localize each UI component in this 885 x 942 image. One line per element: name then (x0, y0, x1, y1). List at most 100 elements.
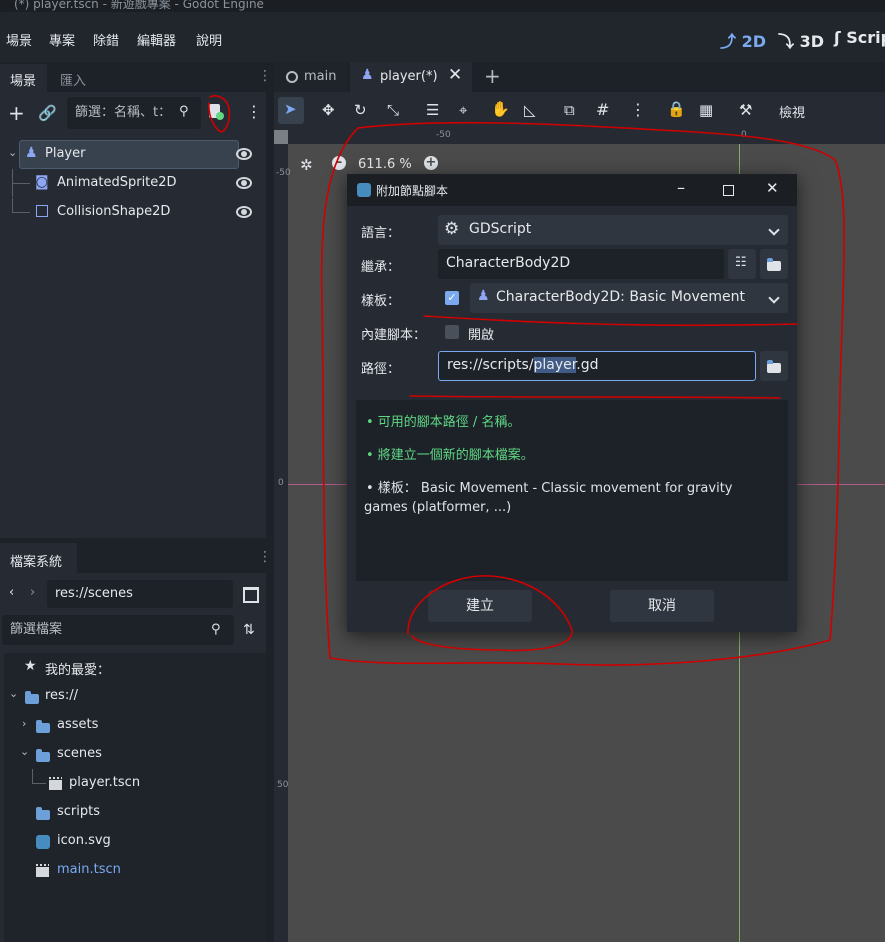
path-input[interactable]: res://scripts/player.gd (438, 351, 756, 381)
smart-snap-icon[interactable]: ⧉ (564, 101, 575, 119)
tab-scene[interactable]: 場景 (0, 64, 47, 92)
visibility-eye-icon[interactable] (236, 177, 252, 189)
bone-icon[interactable]: ⚒ (739, 101, 752, 119)
dock-menu-icon[interactable]: ⋮ (258, 549, 272, 565)
add-tab-icon[interactable]: + (484, 64, 501, 88)
view-menu[interactable]: 檢視 (779, 102, 805, 121)
filesystem-body: ‹ › res://scenes 篩選檔案 ⚲ ⇅ ★ 我的最愛： ⌄ res:… (0, 573, 266, 942)
canvas-toolbar: ➤ ✥ ↻ ⤡ ☰ ⌖ ✋ ◺ ⧉ # ⋮ 🔒 ▦ ⚒ 檢視 (274, 92, 885, 130)
file-main-tscn[interactable]: main.tscn (4, 856, 262, 885)
tab-player[interactable]: ♟ player(*) ✕ (350, 62, 472, 92)
inherits-browse-button[interactable] (760, 249, 788, 279)
visibility-eye-icon[interactable] (236, 206, 252, 218)
menu-scene[interactable]: 場景 (6, 30, 32, 49)
collapse-arrow-icon[interactable]: ⌄ (9, 687, 18, 700)
dock-menu-icon[interactable]: ⋮ (258, 68, 272, 84)
menu-debug[interactable]: 除錯 (93, 30, 119, 49)
scene-more-icon[interactable]: ⋮ (246, 102, 262, 121)
menu-help[interactable]: 說明 (196, 30, 222, 49)
add-node-icon[interactable]: + (8, 101, 25, 125)
center-view-icon[interactable]: ✲ (300, 156, 313, 174)
folder-icon (25, 691, 39, 704)
gear-icon: ⚙ (444, 219, 460, 239)
collision-shape-icon (36, 205, 48, 217)
filesystem-dock: 檔案系統 ⋮ ‹ › res://scenes 篩選檔案 ⚲ ⇅ ★ 我的最愛：… (0, 543, 272, 942)
group-icon[interactable]: ▦ (699, 101, 713, 119)
menu-editor[interactable]: 編輯器 (137, 30, 176, 49)
grid-snap-icon[interactable]: # (596, 100, 609, 119)
tree-icon: ☷ (735, 255, 747, 270)
collapse-arrow-icon[interactable]: ⌄ (8, 146, 17, 159)
tree-node-player[interactable]: ⌄ ♟ Player (4, 140, 262, 169)
character-body-icon: ♟ (477, 288, 490, 304)
script-icon: ʃ (834, 28, 841, 47)
filesystem-path-input[interactable]: res://scenes (47, 580, 233, 608)
dialog-title: 附加節點腳本 (376, 184, 449, 198)
path-browse-button[interactable] (760, 351, 788, 381)
create-button[interactable]: 建立 (428, 590, 532, 622)
menu-bar: 場景 專案 除錯 編輯器 說明 ⤴ 2D ⤵ 3D ʃ Script (0, 12, 885, 62)
dialog-title-bar: 附加節點腳本 – ✕ (347, 174, 797, 206)
rotate-mode-icon[interactable]: ↻ (354, 101, 367, 119)
zoom-level[interactable]: 611.6 % (358, 157, 412, 172)
menu-project[interactable]: 專案 (49, 30, 75, 49)
cancel-button[interactable]: 取消 (610, 590, 714, 622)
folder-res[interactable]: ⌄ res:// (4, 682, 262, 711)
collapse-arrow-icon[interactable]: ⌄ (20, 745, 29, 758)
tab-main[interactable]: main (274, 62, 347, 92)
link-icon[interactable]: 🔗 (38, 104, 57, 122)
file-icon-svg[interactable]: icon.svg (4, 827, 262, 856)
pivot-icon[interactable]: ⌖ (459, 101, 467, 119)
godot-logo-icon (357, 183, 371, 197)
language-select[interactable]: ⚙ GDScript (438, 215, 788, 245)
attach-script-icon[interactable] (209, 104, 224, 120)
zoom-in-icon[interactable]: + (424, 156, 438, 170)
file-player-tscn[interactable]: player.tscn (4, 769, 262, 798)
scale-mode-icon[interactable]: ⤡ (387, 101, 399, 119)
template-checkbox[interactable]: ✓ (445, 291, 459, 305)
ruler-corner (274, 130, 288, 144)
zoom-out-icon[interactable]: – (332, 156, 346, 170)
maximize-icon[interactable] (723, 185, 734, 196)
minimize-icon[interactable]: – (677, 178, 685, 197)
template-select[interactable]: ♟ CharacterBody2D: Basic Movement (470, 283, 788, 313)
close-tab-icon[interactable]: ✕ (448, 65, 462, 85)
folder-scripts[interactable]: scripts (4, 798, 262, 827)
visibility-eye-icon[interactable] (236, 148, 252, 160)
mode-2d-button[interactable]: ⤴ 2D (720, 28, 766, 52)
template-description: • 樣板： Basic Movement - Classic movement … (366, 481, 733, 496)
folder-assets[interactable]: › assets (4, 711, 262, 740)
godot-logo-icon (36, 835, 50, 849)
chevron-down-icon (768, 292, 780, 304)
tree-node-collisionshape2d[interactable]: CollisionShape2D (4, 198, 262, 226)
tab-import[interactable]: 匯入 (60, 70, 86, 89)
expand-arrow-icon[interactable]: › (22, 717, 26, 730)
pan-hand-icon[interactable]: ✋ (491, 100, 510, 118)
favorites-row[interactable]: ★ 我的最愛： (4, 653, 262, 682)
animated-sprite-icon: ◙ (35, 174, 49, 190)
window-title: (*) player.tscn - 新遊戲專案 - Godot Engine (14, 0, 264, 11)
list-select-icon[interactable]: ☰ (426, 101, 439, 119)
split-view-icon[interactable] (243, 587, 259, 603)
node-circle-icon (286, 71, 298, 83)
back-arrow-icon[interactable]: ‹ (9, 585, 14, 600)
select-mode-icon[interactable]: ➤ (284, 100, 297, 118)
sort-icon[interactable]: ⇅ (243, 622, 255, 638)
filesystem-filter-input[interactable]: 篩選檔案 (2, 615, 234, 645)
mode-3d-button[interactable]: ⤵ 3D (778, 28, 824, 52)
tab-filesystem[interactable]: 檔案系統 (0, 543, 77, 573)
move-mode-icon[interactable]: ✥ (322, 101, 335, 119)
character-body-icon: ♟ (25, 145, 38, 161)
builtin-script-checkbox[interactable] (445, 325, 459, 339)
class-tree-button[interactable]: ☷ (728, 249, 756, 279)
tree-node-animatedsprite2d[interactable]: ◙ AnimatedSprite2D (4, 169, 262, 197)
inherits-field[interactable]: CharacterBody2D (438, 249, 724, 279)
close-icon[interactable]: ✕ (766, 179, 779, 197)
lock-icon[interactable]: 🔒 (667, 100, 686, 118)
folder-icon (36, 720, 50, 733)
snap-options-icon[interactable]: ⋮ (630, 100, 646, 119)
mode-script-button[interactable]: ʃ Script (834, 28, 885, 47)
forward-arrow-icon[interactable]: › (30, 585, 35, 600)
ruler-icon[interactable]: ◺ (524, 101, 536, 119)
folder-scenes[interactable]: ⌄ scenes (4, 740, 262, 769)
